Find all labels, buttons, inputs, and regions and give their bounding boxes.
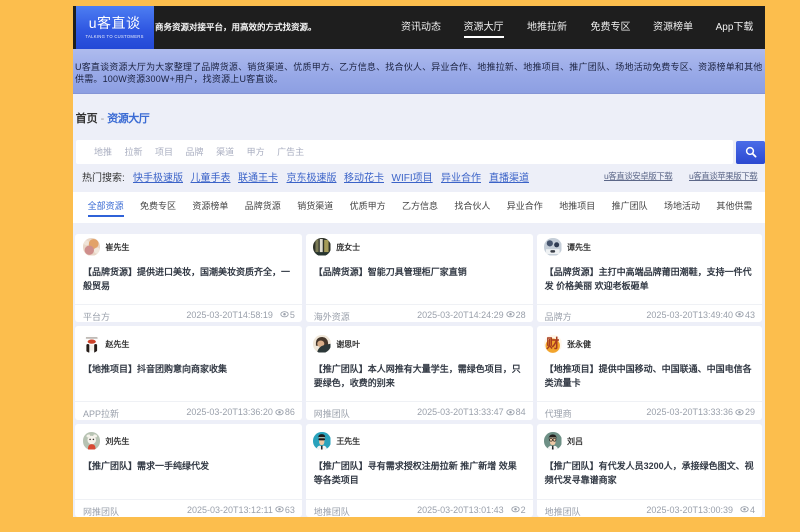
svg-text:财: 财 — [545, 335, 559, 351]
